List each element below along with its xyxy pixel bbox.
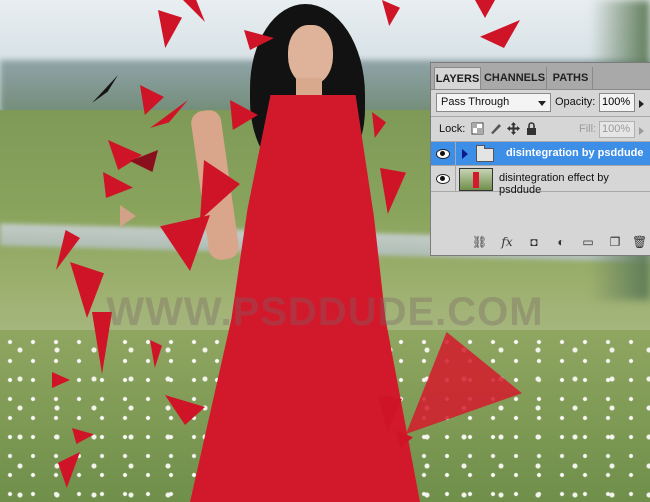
opacity-field[interactable]: 100% bbox=[599, 93, 635, 112]
trash-icon[interactable]: 🗑 bbox=[632, 235, 647, 249]
panel-tab-bar: LAYERS CHANNELS PATHS bbox=[431, 63, 650, 90]
lock-transparent-icon[interactable] bbox=[471, 122, 484, 135]
layer-name[interactable]: disintegration by psddude bbox=[506, 147, 644, 159]
new-layer-icon[interactable]: ❐ bbox=[608, 235, 622, 249]
blend-mode-select[interactable]: Pass Through bbox=[436, 93, 551, 112]
layer-row-group[interactable]: disintegration by psddude bbox=[431, 142, 650, 166]
layer-row-pixel[interactable]: disintegration effect by psddude bbox=[431, 166, 650, 196]
lock-move-icon[interactable] bbox=[507, 122, 520, 135]
eye-icon bbox=[436, 149, 450, 159]
layers-panel: LAYERS CHANNELS PATHS Pass Through Opaci… bbox=[430, 62, 650, 256]
lock-all-icon[interactable] bbox=[525, 122, 538, 135]
fill-label: Fill: bbox=[579, 123, 597, 135]
expand-triangle-icon[interactable] bbox=[462, 149, 468, 159]
blend-mode-value: Pass Through bbox=[441, 96, 510, 108]
panel-footer: ⛓ fx ◘ ◐ ▭ ❐ 🗑 bbox=[466, 235, 650, 251]
adjustment-icon[interactable]: ◐ bbox=[554, 235, 568, 249]
mask-icon[interactable]: ◘ bbox=[527, 235, 541, 249]
woman-face bbox=[288, 25, 333, 85]
layer-name[interactable]: disintegration effect by psddude bbox=[499, 172, 650, 196]
visibility-toggle[interactable] bbox=[431, 142, 456, 165]
link-layers-icon[interactable]: ⛓ bbox=[472, 235, 487, 249]
layer-thumbnail bbox=[459, 168, 493, 191]
folder-icon bbox=[476, 145, 494, 162]
fx-icon[interactable]: fx bbox=[500, 235, 514, 249]
eye-icon bbox=[436, 174, 450, 184]
watermark: WWW.PSDDUDE.COM bbox=[106, 290, 544, 334]
new-group-icon[interactable]: ▭ bbox=[581, 235, 595, 249]
fill-field[interactable]: 100% bbox=[599, 121, 635, 138]
tab-channels[interactable]: CHANNELS bbox=[483, 67, 547, 89]
visibility-toggle[interactable] bbox=[431, 166, 456, 191]
lock-label: Lock: bbox=[439, 123, 466, 135]
tab-layers[interactable]: LAYERS bbox=[434, 67, 481, 89]
lock-brush-icon[interactable] bbox=[489, 122, 502, 135]
opacity-label: Opacity: bbox=[555, 96, 596, 108]
divider bbox=[431, 116, 650, 117]
tab-paths[interactable]: PATHS bbox=[549, 67, 593, 89]
fill-slider-arrow-icon[interactable] bbox=[639, 127, 644, 135]
opacity-slider-arrow-icon[interactable] bbox=[639, 100, 644, 108]
chevron-down-icon bbox=[538, 101, 546, 106]
